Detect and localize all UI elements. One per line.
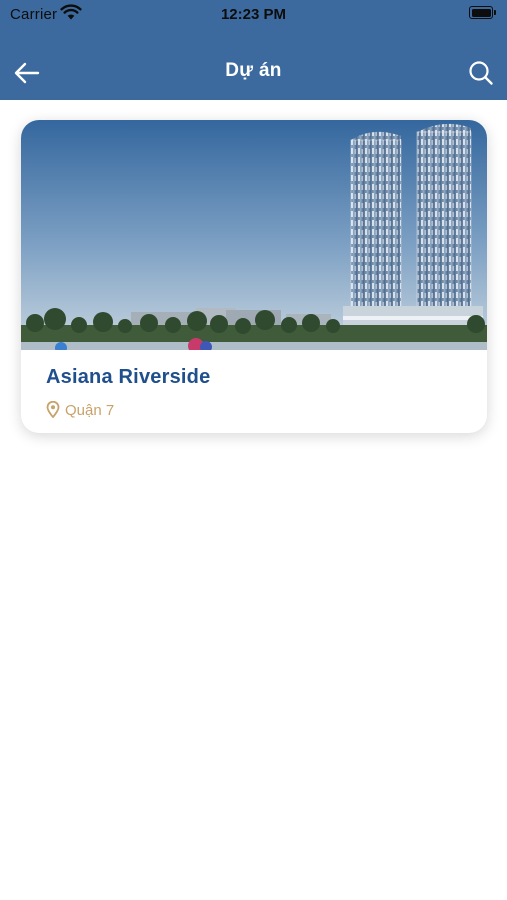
project-card[interactable]: Asiana Riverside Quận 7 <box>21 120 487 433</box>
navigation-bar: Dự án <box>0 44 507 100</box>
project-name: Asiana Riverside <box>46 366 211 388</box>
search-icon <box>469 61 493 85</box>
search-button[interactable] <box>467 59 495 87</box>
map-pin-icon <box>46 401 60 418</box>
app-header: Carrier 12:23 PM Dự án <box>0 0 507 100</box>
status-time: 12:23 PM <box>220 6 287 23</box>
location-label: Quận 7 <box>65 402 115 419</box>
page-title: Dự án <box>225 60 282 81</box>
battery-icon <box>469 6 497 19</box>
status-bar: Carrier 12:23 PM <box>0 0 507 28</box>
project-image <box>21 120 487 350</box>
